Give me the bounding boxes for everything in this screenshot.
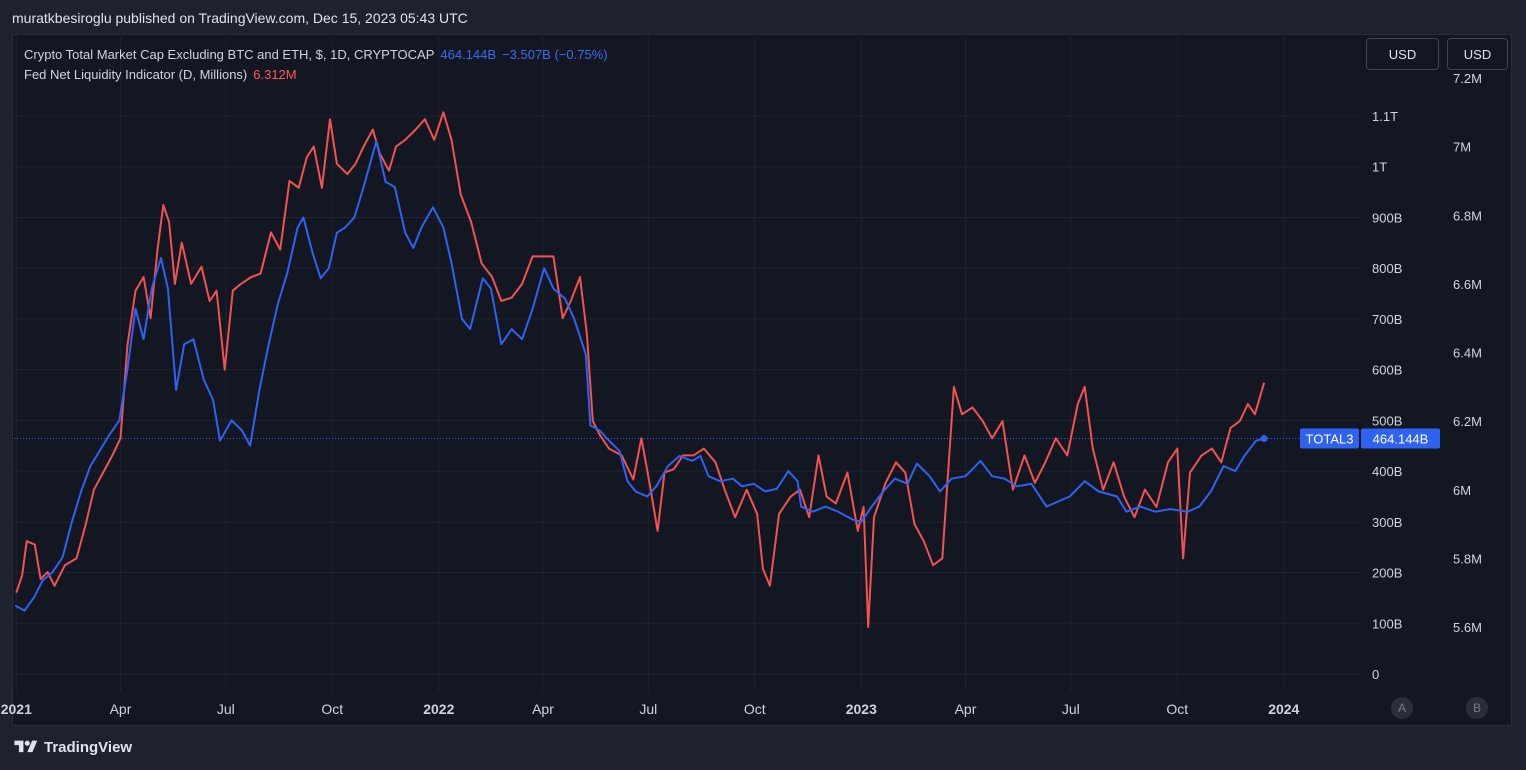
legend-total3-value: 464.144B [440, 47, 497, 62]
left-axis-tick-label: 200B [1372, 566, 1402, 581]
total3-last-point [1260, 435, 1268, 443]
time-axis-tick-label: Oct [321, 701, 343, 717]
right-axis-tick-label: 5.6M [1453, 620, 1482, 635]
legend-fed-name: Fed Net Liquidity Indicator (D, Millions… [24, 67, 248, 82]
left-axis-tick-label: 1.1T [1372, 109, 1398, 124]
time-axis-tick-label: 2024 [1268, 701, 1299, 717]
right-price-axis: 7.2M 7M 6.8M 6.6M 6.4M 6.2M 6M 5.8M 5.6M [1453, 71, 1482, 635]
legend-row-total3[interactable]: Crypto Total Market Cap Excluding BTC an… [24, 45, 608, 65]
time-axis: 2021 Apr Jul Oct 2022 Apr Jul Oct 2023 Apr Jul Oct 2… [1, 701, 1300, 717]
right-axis-tick-label: 7M [1453, 140, 1471, 155]
chart-canvas[interactable]: 1.1T 1T 900B 800B 700B 600B 500B 400B 300B 200B 10… [0, 0, 1526, 770]
legend-fed-value: 6.312M [253, 67, 297, 82]
left-axis-tick-label: 400B [1372, 464, 1402, 479]
legend-total3-change: −3.507B (−0.75%) [502, 47, 608, 62]
price-tag-symbol: TOTAL3 [1306, 432, 1354, 447]
tradingview-logo[interactable]: TradingView [12, 738, 132, 756]
right-axis-tick-label: 6.2M [1453, 414, 1482, 429]
left-axis-tick-label: 700B [1372, 312, 1402, 327]
time-axis-tick-label: Apr [110, 701, 132, 717]
right-axis-tick-label: 7.2M [1453, 71, 1482, 86]
chart-grid [14, 36, 1360, 692]
right-axis-tick-label: 5.8M [1453, 551, 1482, 566]
left-price-axis: 1.1T 1T 900B 800B 700B 600B 500B 400B 300B 200B 10… [1372, 109, 1402, 682]
left-axis-tick-label: 0 [1372, 667, 1379, 682]
right-axis-tick-label: 6.6M [1453, 277, 1482, 292]
total3-line [14, 140, 1265, 612]
right-axis-tick-label: 6M [1453, 483, 1471, 498]
legend-total3-name: Crypto Total Market Cap Excluding BTC an… [24, 47, 435, 62]
price-tag-value: 464.144B [1373, 432, 1429, 447]
time-axis-tick-label: 2022 [423, 701, 454, 717]
time-axis-tick-label: Apr [955, 701, 977, 717]
time-axis-tick-label: Oct [1166, 701, 1188, 717]
time-axis-tick-label: Jul [639, 701, 657, 717]
time-axis-tick-label: Jul [1062, 701, 1080, 717]
left-axis-tick-label: 600B [1372, 363, 1402, 378]
time-axis-tick-label: 2023 [846, 701, 877, 717]
legend-row-fed[interactable]: Fed Net Liquidity Indicator (D, Millions… [24, 65, 608, 85]
currency-button-left[interactable]: USD [1366, 38, 1439, 70]
scale-button-a[interactable]: A [1391, 697, 1413, 719]
scale-button-b[interactable]: B [1466, 697, 1488, 719]
tradingview-logo-icon [14, 740, 38, 753]
chart-legend: Crypto Total Market Cap Excluding BTC an… [24, 45, 608, 85]
right-axis-tick-label: 6.8M [1453, 208, 1482, 223]
left-axis-tick-label: 300B [1372, 515, 1402, 530]
time-axis-tick-label: 2021 [1, 701, 32, 717]
left-axis-tick-label: 800B [1372, 261, 1402, 276]
left-axis-tick-label: 900B [1372, 210, 1402, 225]
tradingview-brand-text: TradingView [44, 738, 133, 756]
time-axis-tick-label: Jul [217, 701, 235, 717]
price-tag: TOTAL3 464.144B [1300, 428, 1440, 449]
left-axis-tick-label: 100B [1372, 616, 1402, 631]
right-axis-tick-label: 6.4M [1453, 346, 1482, 361]
left-axis-tick-label: 1T [1372, 160, 1387, 175]
left-axis-tick-label: 500B [1372, 413, 1402, 428]
currency-button-right[interactable]: USD [1447, 38, 1508, 70]
time-axis-tick-label: Oct [744, 701, 766, 717]
time-axis-tick-label: Apr [532, 701, 554, 717]
